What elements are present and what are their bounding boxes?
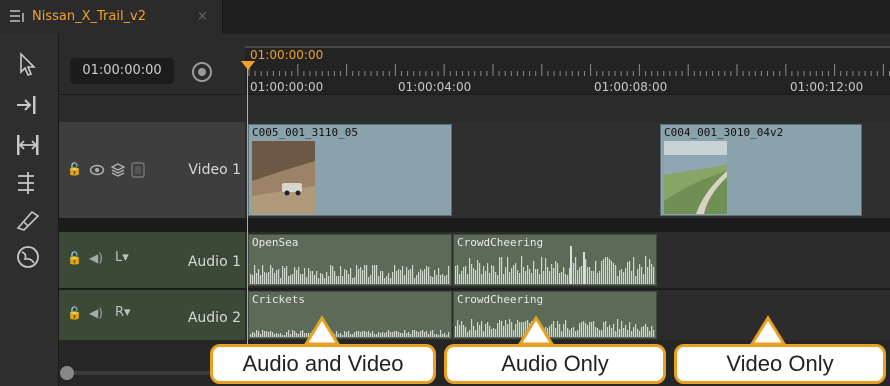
lock-icon[interactable]: 🔓 — [67, 162, 82, 176]
track-name: Audio 1 — [187, 254, 241, 270]
track-name: Video 1 — [188, 162, 241, 178]
ruler-top-strip — [245, 34, 890, 46]
waveform — [250, 330, 450, 337]
track-name: Audio 2 — [187, 310, 241, 326]
globe-icon[interactable] — [14, 244, 42, 270]
eye-icon[interactable] — [89, 164, 105, 176]
timecode-display[interactable]: 01:00:00:00 — [70, 58, 174, 84]
track-select-icon[interactable] — [14, 92, 42, 118]
playhead-marker[interactable] — [241, 61, 255, 70]
mute-icon[interactable]: ◀) — [89, 306, 103, 320]
audio-clip[interactable]: Crickets — [248, 291, 452, 339]
video-clip[interactable]: C005_001_3110_05 — [248, 124, 452, 216]
waveform — [455, 246, 655, 284]
clip-name: OpenSea — [252, 236, 299, 249]
ruler-tick-label: 01:00:08:00 — [594, 80, 668, 94]
multi-track-icon[interactable] — [14, 170, 42, 196]
channel-selector[interactable]: R▾ — [115, 305, 131, 320]
channel-selector[interactable]: L▾ — [115, 250, 129, 265]
track-header-audio-1[interactable]: 🔓 ◀) L▾ Audio 1 — [59, 232, 245, 288]
audio-clip[interactable]: CrowdCheering — [453, 291, 657, 339]
mute-icon[interactable]: ◀) — [89, 251, 103, 265]
pointer-tool-icon[interactable] — [14, 52, 42, 78]
audio-clip[interactable]: OpenSea — [248, 234, 452, 286]
tab-timeline[interactable]: Nissan_X_Trail_v2 × — [0, 0, 223, 34]
audio-clip[interactable]: CrowdCheering — [453, 234, 657, 286]
tab-title: Nissan_X_Trail_v2 — [32, 9, 147, 24]
ruler-tick-label: 01:00:04:00 — [398, 80, 472, 94]
track-divider — [59, 218, 890, 232]
ruler-tick-label: 01:00:12:00 — [790, 80, 864, 94]
tab-close-icon[interactable]: × — [197, 9, 208, 24]
track-spacer — [59, 94, 890, 123]
ruler-range-bar — [245, 46, 890, 48]
callout-label: Audio Only — [444, 344, 666, 384]
snap-icon[interactable] — [190, 60, 214, 84]
callout-label: Video Only — [674, 344, 886, 384]
film-icon[interactable] — [131, 162, 145, 178]
playhead-line[interactable] — [247, 62, 248, 346]
track-header-audio-2[interactable]: 🔓 ◀) R▾ Audio 2 — [59, 290, 245, 340]
playhead-timecode: 01:00:00:00 — [250, 48, 324, 62]
clip-name: C005_001_3110_05 — [252, 126, 358, 139]
zoom-slider-handle[interactable] — [60, 366, 74, 380]
channel-label: R — [115, 305, 125, 320]
clip-thumbnail — [664, 141, 727, 214]
clip-thumbnail — [252, 141, 315, 214]
video-clip[interactable]: C004_001_3010_04v2 — [660, 124, 862, 216]
ruler-ticks — [248, 64, 890, 76]
track-header-video-1[interactable]: 🔓 Video 1 — [59, 122, 245, 218]
lock-icon[interactable]: 🔓 — [67, 306, 82, 320]
waveform — [250, 265, 450, 284]
ruler-tick-label: 01:00:00:00 — [250, 80, 324, 94]
layers-icon[interactable] — [111, 163, 125, 177]
menu-list-icon[interactable] — [10, 9, 26, 23]
clip-name: CrowdCheering — [457, 293, 544, 306]
clip-name: C004_001_3010_04v2 — [664, 126, 784, 139]
lock-icon[interactable]: 🔓 — [67, 251, 82, 265]
channel-label: L — [115, 250, 123, 265]
razor-icon[interactable] — [14, 206, 42, 232]
slip-tool-icon[interactable] — [14, 132, 42, 158]
waveform — [455, 319, 655, 337]
callout-label: Audio and Video — [210, 344, 436, 384]
tool-bar — [0, 34, 59, 386]
clip-name: Crickets — [252, 293, 305, 306]
